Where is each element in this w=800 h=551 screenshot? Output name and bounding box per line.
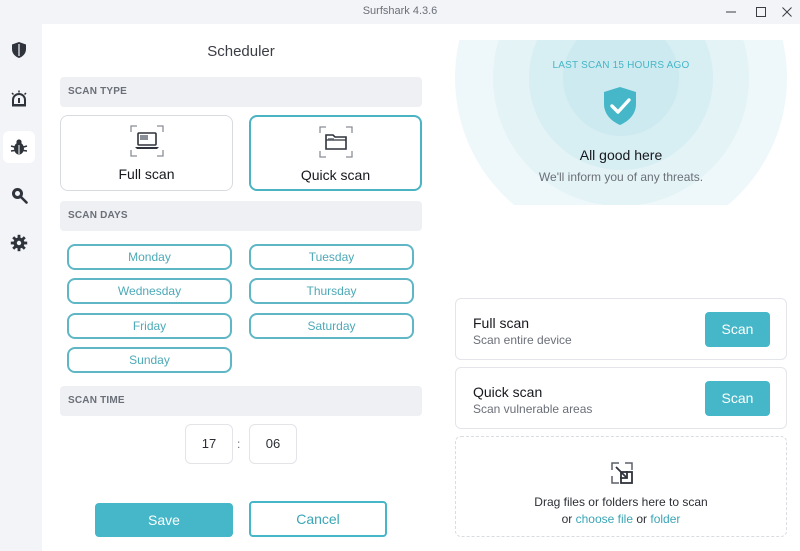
laptop-icon bbox=[129, 125, 164, 157]
choose-folder-link[interactable]: folder bbox=[650, 512, 680, 526]
folder-icon bbox=[318, 126, 353, 158]
minimize-button[interactable] bbox=[717, 0, 745, 24]
day-tuesday[interactable]: Tuesday bbox=[249, 244, 414, 270]
scan-type-full[interactable]: Full scan bbox=[60, 115, 233, 191]
sidebar-item-search[interactable] bbox=[3, 179, 35, 211]
save-button[interactable]: Save bbox=[95, 503, 233, 537]
maximize-icon bbox=[756, 7, 766, 17]
status-title: All good here bbox=[579, 147, 663, 163]
hour-field[interactable]: 17 bbox=[185, 424, 233, 464]
full-scan-subtitle: Scan entire device bbox=[473, 333, 572, 347]
choose-file-link[interactable]: choose file bbox=[576, 512, 633, 526]
close-icon bbox=[782, 7, 792, 17]
scan-days-header: SCAN DAYS bbox=[60, 201, 422, 231]
scan-time-header: SCAN TIME bbox=[60, 386, 422, 416]
title-bar: Surfshark 4.3.6 bbox=[0, 0, 800, 24]
sidebar-item-vpn[interactable] bbox=[3, 34, 35, 66]
cancel-button[interactable]: Cancel bbox=[249, 501, 387, 537]
scheduler-title: Scheduler bbox=[207, 43, 275, 60]
window-title: Surfshark 4.3.6 bbox=[362, 5, 438, 17]
quick-scan-title: Quick scan bbox=[473, 384, 543, 400]
day-sunday[interactable]: Sunday bbox=[67, 347, 232, 373]
full-scan-title: Full scan bbox=[473, 315, 530, 331]
gear-icon bbox=[10, 234, 28, 252]
day-monday[interactable]: Monday bbox=[67, 244, 232, 270]
close-button[interactable] bbox=[773, 0, 800, 24]
drop-files-icon bbox=[611, 462, 633, 484]
status-subtitle: We'll inform you of any threats. bbox=[538, 170, 704, 184]
last-scan-label: LAST SCAN 15 HOURS AGO bbox=[552, 60, 690, 71]
scan-type-header: SCAN TYPE bbox=[60, 77, 422, 107]
day-thursday[interactable]: Thursday bbox=[249, 278, 414, 304]
alert-icon bbox=[11, 90, 27, 107]
scan-type-quick-label: Quick scan bbox=[300, 167, 371, 183]
shield-check-icon bbox=[604, 87, 636, 125]
shield-icon bbox=[12, 42, 26, 58]
search-icon bbox=[12, 188, 28, 204]
scan-type-full-label: Full scan bbox=[118, 166, 175, 182]
bug-icon bbox=[10, 139, 28, 155]
quick-scan-subtitle: Scan vulnerable areas bbox=[473, 402, 593, 416]
scan-type-quick[interactable]: Quick scan bbox=[249, 115, 422, 191]
sidebar-item-antivirus[interactable] bbox=[3, 131, 35, 163]
drop-or-text: or bbox=[561, 512, 573, 526]
drop-zone[interactable]: Drag files or folders here to scan or ch… bbox=[455, 436, 787, 537]
maximize-button[interactable] bbox=[747, 0, 775, 24]
day-saturday[interactable]: Saturday bbox=[249, 313, 414, 339]
quick-scan-card: Quick scan Scan vulnerable areas Scan bbox=[455, 367, 787, 429]
drop-or-text-2: or bbox=[636, 512, 648, 526]
sidebar-item-settings[interactable] bbox=[3, 227, 35, 259]
day-friday[interactable]: Friday bbox=[67, 313, 232, 339]
quick-scan-button[interactable]: Scan bbox=[705, 381, 770, 416]
minimize-icon bbox=[726, 11, 736, 13]
full-scan-button[interactable]: Scan bbox=[705, 312, 770, 347]
minute-field[interactable]: 06 bbox=[249, 424, 297, 464]
day-wednesday[interactable]: Wednesday bbox=[67, 278, 232, 304]
time-separator: : bbox=[237, 437, 241, 451]
drop-instructions: Drag files or folders here to scan bbox=[534, 495, 708, 509]
drop-links: or choose file or folder bbox=[456, 512, 786, 526]
sidebar-item-alert[interactable] bbox=[3, 83, 35, 115]
sidebar bbox=[0, 24, 42, 551]
full-scan-card: Full scan Scan entire device Scan bbox=[455, 298, 787, 360]
